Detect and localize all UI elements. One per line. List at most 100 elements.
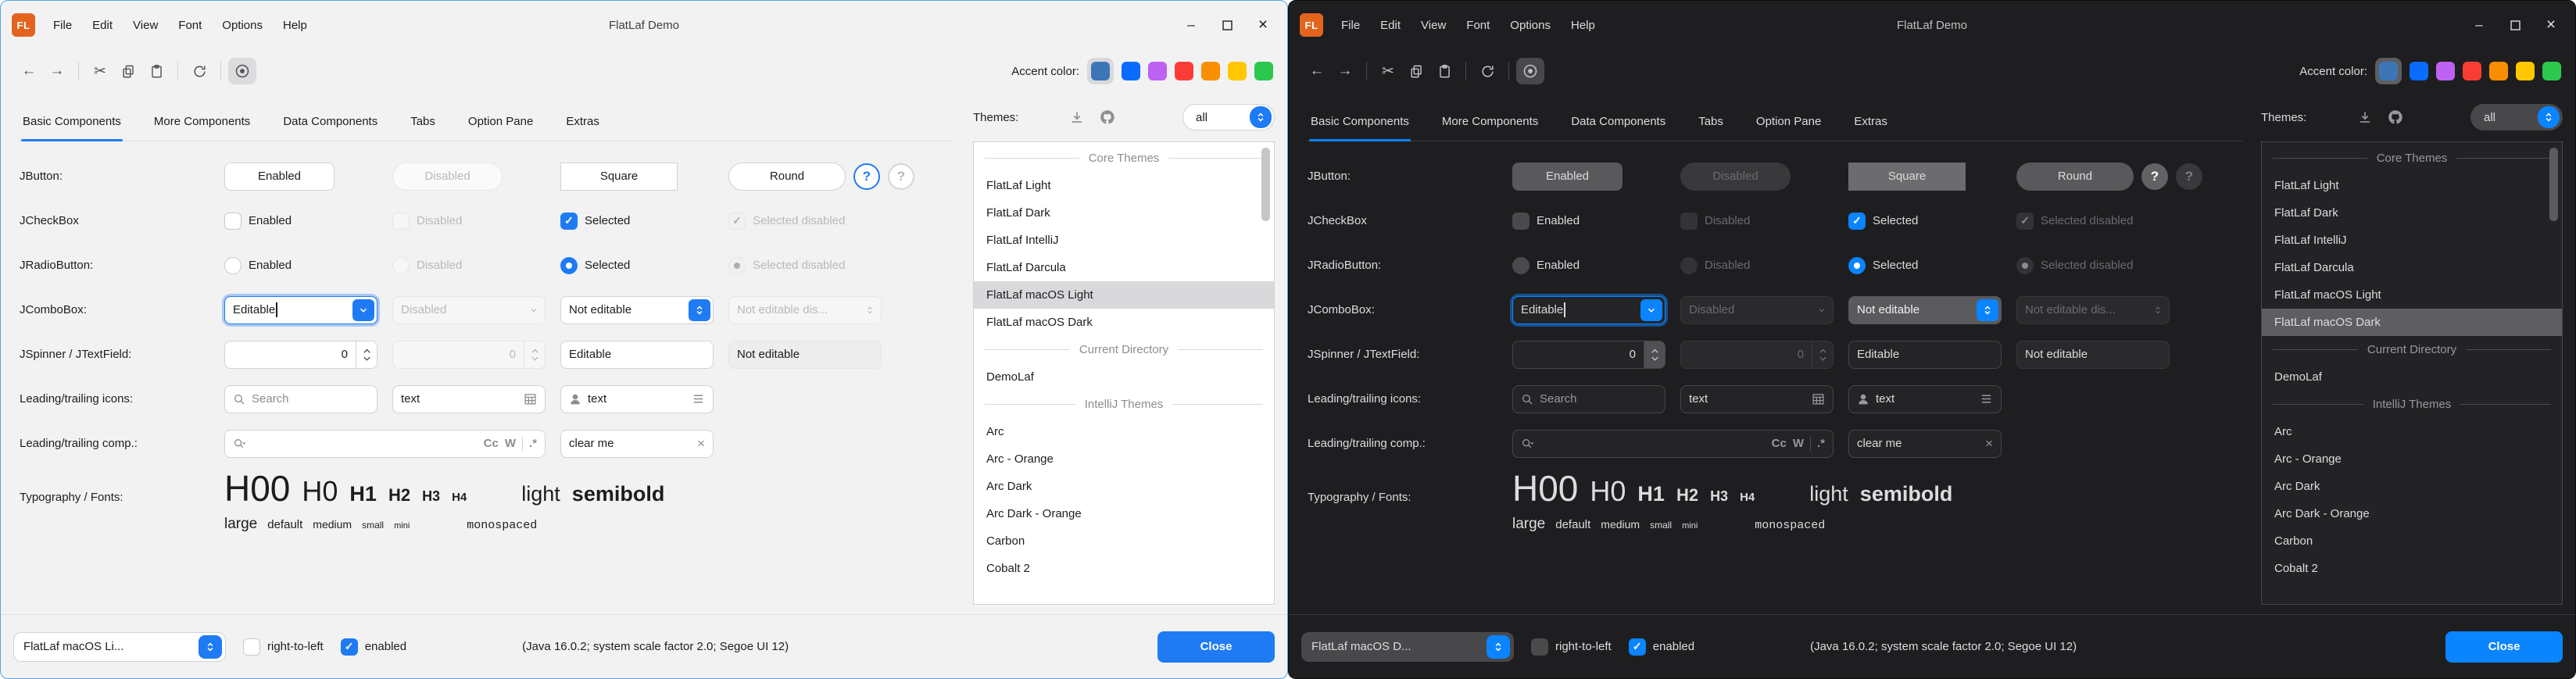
theme-item[interactable]: Cobalt 2 [2262, 555, 2562, 582]
theme-item[interactable]: FlatLaf Dark [974, 199, 1274, 227]
menu-options[interactable]: Options [212, 13, 273, 38]
chevron-updown-icon[interactable] [1977, 299, 1998, 321]
theme-item[interactable]: DemoLaf [2262, 363, 2562, 391]
combobox-not-editable[interactable]: Not editable [560, 296, 714, 324]
accent-swatch-orange[interactable] [1201, 62, 1220, 80]
theme-item[interactable]: Arc Dark - Orange [2262, 500, 2562, 527]
chevron-down-icon[interactable] [1640, 299, 1662, 321]
accent-swatch-red[interactable] [2463, 62, 2481, 80]
date-input[interactable]: text [392, 385, 546, 413]
accent-swatch-red[interactable] [1175, 62, 1193, 80]
accent-swatch-purple[interactable] [1148, 62, 1167, 80]
user-input[interactable]: text [560, 385, 714, 413]
checkbox-selected[interactable]: ✓ [560, 213, 578, 230]
back-icon[interactable]: ← [15, 58, 43, 84]
rtl-checkbox[interactable] [1531, 638, 1548, 656]
paste-icon[interactable] [142, 58, 170, 84]
accent-swatch-blue[interactable] [2410, 62, 2428, 80]
theme-item[interactable]: FlatLaf Darcula [2262, 254, 2562, 281]
tab-data-components[interactable]: Data Components [1569, 115, 1667, 141]
forward-icon[interactable]: → [43, 58, 71, 84]
regex-button[interactable]: .* [1817, 437, 1825, 450]
radio-enabled[interactable] [1512, 257, 1530, 274]
theme-item[interactable]: Arc - Orange [2262, 445, 2562, 473]
menu-font[interactable]: Font [168, 13, 212, 38]
accent-swatch-green[interactable] [2542, 62, 2561, 80]
tab-extras[interactable]: Extras [1852, 115, 1889, 141]
enabled-button[interactable]: Enabled [224, 163, 335, 191]
download-icon[interactable] [2358, 110, 2372, 124]
tab-option-pane[interactable]: Option Pane [1755, 115, 1823, 141]
theme-item[interactable]: Carbon [974, 527, 1274, 555]
spinner-arrows[interactable] [1644, 341, 1665, 368]
spinner[interactable]: 0 [1512, 341, 1665, 369]
tab-data-components[interactable]: Data Components [281, 115, 379, 141]
close-icon[interactable]: × [1245, 10, 1281, 40]
chevron-updown-icon[interactable] [689, 299, 710, 321]
accent-swatch-green[interactable] [1254, 62, 1273, 80]
help-button[interactable]: ? [853, 163, 880, 190]
round-button[interactable]: Round [2016, 163, 2134, 191]
cut-icon[interactable]: ✂ [1374, 58, 1402, 84]
search-with-options-input[interactable]: Cc W .* [1512, 430, 1834, 458]
themes-filter-combobox[interactable]: all [2470, 104, 2563, 130]
theme-item[interactable]: FlatLaf Dark [2262, 199, 2562, 227]
whole-word-button[interactable]: W [505, 437, 516, 450]
tab-tabs[interactable]: Tabs [409, 115, 437, 141]
copy-icon[interactable] [114, 58, 142, 84]
chevron-down-icon[interactable] [352, 299, 374, 321]
user-input[interactable]: text [1848, 385, 2002, 413]
paste-icon[interactable] [1430, 58, 1458, 84]
menu-options[interactable]: Options [1500, 13, 1561, 38]
tab-more-components[interactable]: More Components [152, 115, 252, 141]
theme-item[interactable]: Arc Dark [974, 473, 1274, 500]
laf-combobox[interactable]: FlatLaf macOS Li... [13, 632, 226, 662]
theme-item[interactable]: Arc [2262, 418, 2562, 445]
maximize-icon[interactable] [1209, 10, 1245, 40]
back-icon[interactable]: ← [1303, 58, 1331, 84]
tab-tabs[interactable]: Tabs [1697, 115, 1725, 141]
enabled-checkbox[interactable]: ✓ [1629, 638, 1646, 656]
menu-view[interactable]: View [123, 13, 168, 38]
forward-icon[interactable]: → [1331, 58, 1359, 84]
enabled-checkbox[interactable]: ✓ [341, 638, 358, 656]
accent-swatch-orange[interactable] [2489, 62, 2508, 80]
tab-more-components[interactable]: More Components [1440, 115, 1540, 141]
spinner-arrows[interactable] [356, 341, 377, 368]
clearable-input[interactable]: clear me × [1848, 430, 2002, 458]
chevron-updown-icon[interactable] [1487, 635, 1510, 659]
radio-enabled[interactable] [224, 257, 242, 274]
close-button[interactable]: Close [1157, 631, 1275, 663]
cut-icon[interactable]: ✂ [86, 58, 114, 84]
menu-edit[interactable]: Edit [1370, 13, 1411, 38]
github-icon[interactable] [1100, 109, 1115, 125]
theme-item[interactable]: Carbon [2262, 527, 2562, 555]
spinner[interactable]: 0 [224, 341, 377, 369]
theme-item[interactable]: FlatLaf macOS Dark [974, 309, 1274, 336]
textfield-editable[interactable]: Editable [1848, 341, 2002, 369]
theme-item[interactable]: Arc - Orange [974, 445, 1274, 473]
theme-item-selected[interactable]: FlatLaf macOS Dark [2262, 309, 2562, 336]
menu-file[interactable]: File [43, 13, 82, 38]
chevron-updown-icon[interactable] [1250, 106, 1272, 128]
theme-item[interactable]: Arc [974, 418, 1274, 445]
theme-item[interactable]: FlatLaf macOS Light [2262, 281, 2562, 309]
search-input[interactable]: Search [224, 385, 377, 413]
theme-item[interactable]: DemoLaf [974, 363, 1274, 391]
tab-extras[interactable]: Extras [564, 115, 601, 141]
search-input[interactable]: Search [1512, 385, 1665, 413]
theme-item[interactable]: FlatLaf IntelliJ [974, 227, 1274, 254]
clear-icon[interactable]: × [1985, 436, 1993, 452]
close-icon[interactable]: × [2533, 10, 2569, 40]
accent-swatch-default[interactable] [1091, 62, 1110, 80]
minimize-icon[interactable]: – [2461, 10, 2497, 40]
menu-font[interactable]: Font [1456, 13, 1500, 38]
theme-item[interactable]: Arc Dark [2262, 473, 2562, 500]
refresh-icon[interactable] [1473, 58, 1501, 84]
tab-basic-components[interactable]: Basic Components [21, 115, 123, 141]
clear-icon[interactable]: × [697, 436, 705, 452]
help-button[interactable]: ? [2141, 163, 2168, 190]
match-case-button[interactable]: Cc [1772, 437, 1787, 450]
minimize-icon[interactable]: – [1173, 10, 1209, 40]
combobox-editable[interactable]: Editable [1512, 296, 1665, 324]
